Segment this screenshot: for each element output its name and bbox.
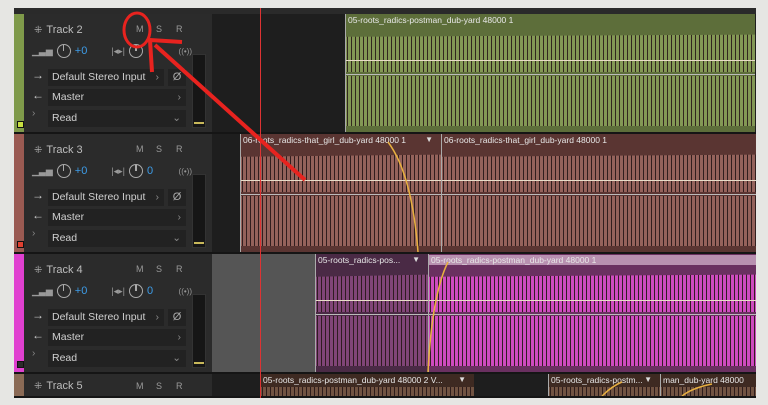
- red-annotation: [122, 11, 307, 182]
- annotation-circle: [122, 11, 152, 49]
- annotation-arrow-line: [153, 43, 307, 182]
